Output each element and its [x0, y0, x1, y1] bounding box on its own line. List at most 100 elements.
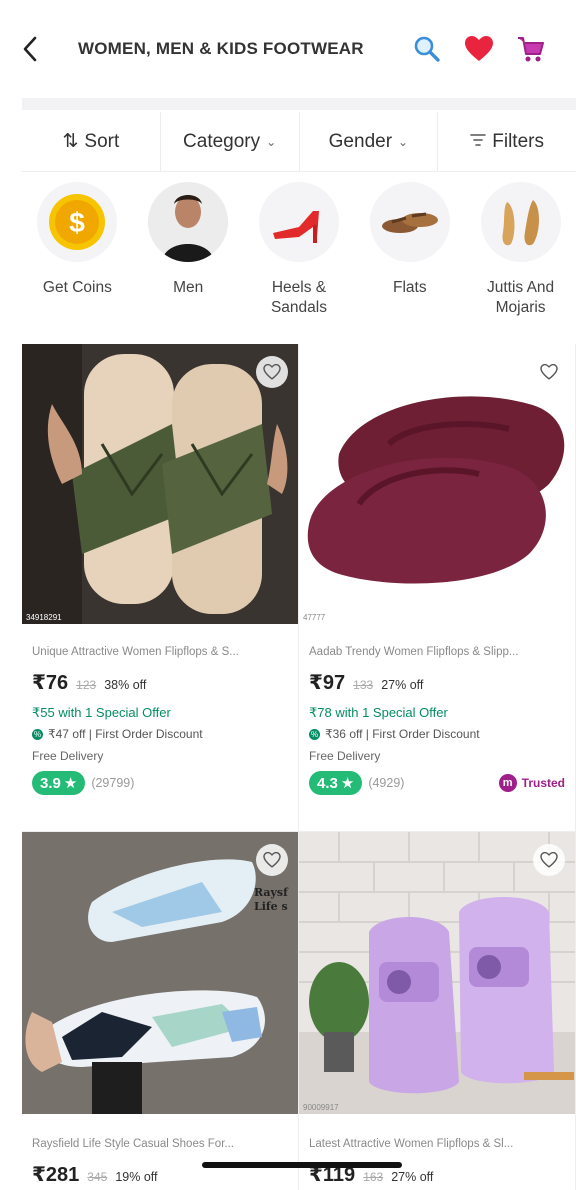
product-card[interactable]: 90009917 Latest Attractive Women Flipflo… — [299, 832, 576, 1190]
product-mrp: 123 — [76, 678, 97, 692]
product-name: Raysfield Life Style Casual Shoes For... — [32, 1138, 234, 1150]
star-icon: ★ — [340, 775, 355, 792]
product-mrp: 163 — [363, 1170, 384, 1184]
category-item-get-coins[interactable]: $ Get Coins — [22, 182, 133, 332]
review-count: (4929) — [368, 776, 405, 790]
wishlist-toggle[interactable] — [256, 844, 288, 876]
trusted-label: Trusted — [521, 776, 565, 790]
special-offer: ₹55 with 1 Special Offer — [32, 705, 171, 720]
brand-overlay-text: Raysf Life s — [254, 886, 288, 913]
category-label: Men — [173, 279, 204, 296]
gender-dropdown[interactable]: Gender ⌄ — [300, 112, 439, 171]
category-label: Category — [183, 130, 261, 152]
filter-lines-icon — [470, 131, 487, 153]
wishlist-toggle[interactable] — [533, 844, 565, 876]
filter-bar: ⇅ Sort Category ⌄ Gender ⌄ Filters — [22, 112, 576, 172]
discount-icon: % — [32, 728, 43, 740]
chevron-down-icon: ⌄ — [398, 134, 409, 149]
product-price: ₹76 — [32, 672, 69, 694]
heart-outline-icon — [540, 852, 558, 868]
product-card[interactable]: 47777 Aadab Trendy Women Flipflops & Sli… — [299, 344, 576, 832]
rating-badge: 3.9 ★ — [32, 771, 86, 795]
first-order-discount: % ₹47 off | First Order Discount — [32, 727, 288, 741]
category-item-flats[interactable]: Flats — [354, 182, 465, 332]
filters-button[interactable]: Filters — [438, 112, 576, 171]
product-code: 47777 — [303, 613, 326, 622]
product-code: 90009917 — [303, 1103, 339, 1112]
gender-label: Gender — [328, 130, 393, 152]
filters-label: Filters — [492, 130, 544, 152]
category-dropdown[interactable]: Category ⌄ — [161, 112, 300, 171]
product-discount-percent: 27% off — [381, 678, 424, 692]
product-code: 34918291 — [26, 613, 62, 622]
svg-text:$: $ — [70, 207, 86, 238]
first-order-discount: % ₹36 off | First Order Discount — [309, 727, 565, 741]
product-info: Aadab Trendy Women Flipflops & Slipp... … — [299, 624, 575, 831]
category-label: Flats — [392, 279, 427, 296]
man-avatar — [148, 182, 229, 262]
product-image: 47777 — [299, 344, 575, 624]
category-label: Heels & Sandals — [270, 279, 327, 316]
product-discount-percent: 27% off — [391, 1170, 434, 1184]
header-divider — [22, 98, 576, 110]
rating-value: 4.3 — [317, 774, 338, 792]
home-indicator[interactable] — [202, 1162, 402, 1168]
heel-sandal-image — [258, 182, 339, 262]
category-label: Get Coins — [42, 279, 112, 296]
star-icon: ★ — [63, 775, 78, 792]
special-offer: ₹78 with 1 Special Offer — [309, 705, 448, 720]
product-info: Latest Attractive Women Flipflops & Sl..… — [299, 1114, 575, 1190]
coin-icon: $ — [37, 182, 118, 262]
wishlist-toggle[interactable] — [256, 356, 288, 388]
top-app-bar: WOMEN, MEN & KIDS FOOTWEAR — [0, 0, 576, 98]
product-name: Aadab Trendy Women Flipflops & Slipp... — [309, 646, 519, 658]
cart-icon — [518, 37, 544, 62]
flats-image — [369, 182, 450, 262]
page-title: WOMEN, MEN & KIDS FOOTWEAR — [78, 39, 364, 58]
wishlist-button[interactable] — [462, 32, 496, 66]
search-icon — [414, 36, 440, 62]
product-info: Raysfield Life Style Casual Shoes For...… — [22, 1114, 298, 1190]
product-grid: 34918291 Unique Attractive Women Flipflo… — [22, 344, 576, 1190]
product-card[interactable]: Raysf Life s Raysfield Life Style Casual… — [22, 832, 299, 1190]
sort-icon: ⇅ — [62, 131, 79, 152]
product-image: Raysf Life s — [22, 832, 298, 1114]
product-price: ₹281 — [32, 1164, 80, 1186]
category-carousel: $ Get Coins Men Heels & Sandals Flats Ju… — [22, 182, 576, 332]
rating-value: 3.9 — [40, 774, 61, 792]
delivery-text: Free Delivery — [309, 749, 381, 763]
chevron-down-icon: ⌄ — [266, 134, 277, 149]
product-card[interactable]: 34918291 Unique Attractive Women Flipflo… — [22, 344, 299, 832]
discount-icon: % — [309, 728, 320, 740]
product-image: 90009917 — [299, 832, 575, 1114]
product-name: Unique Attractive Women Flipflops & S... — [32, 646, 239, 658]
back-button[interactable] — [22, 29, 62, 69]
category-item-heels-sandals[interactable]: Heels & Sandals — [244, 182, 355, 332]
discount-text: ₹47 off | First Order Discount — [48, 727, 203, 741]
delivery-text: Free Delivery — [32, 749, 104, 763]
wishlist-toggle[interactable] — [533, 356, 565, 388]
sort-button[interactable]: ⇅ Sort — [22, 112, 161, 171]
heart-outline-icon — [263, 364, 281, 380]
category-label: Juttis And Mojaris — [486, 279, 555, 316]
heart-icon — [465, 36, 493, 61]
product-image: 34918291 — [22, 344, 298, 624]
product-discount-percent: 38% off — [104, 678, 147, 692]
discount-text: ₹36 off | First Order Discount — [325, 727, 480, 741]
product-name: Latest Attractive Women Flipflops & Sl..… — [309, 1138, 514, 1150]
rating-badge: 4.3 ★ — [309, 771, 363, 795]
category-item-men[interactable]: Men — [133, 182, 244, 332]
search-button[interactable] — [410, 32, 444, 66]
cart-button[interactable] — [514, 32, 548, 66]
trusted-badge: m Trusted — [498, 774, 565, 792]
jutti-image — [480, 182, 561, 262]
product-info: Unique Attractive Women Flipflops & S...… — [22, 624, 298, 831]
meesho-logo-icon: m — [498, 774, 517, 792]
product-mrp: 133 — [353, 678, 374, 692]
product-price: ₹97 — [309, 672, 346, 694]
category-item-juttis[interactable]: Juttis And Mojaris — [465, 182, 576, 332]
heart-outline-icon — [540, 364, 558, 380]
review-count: (29799) — [91, 776, 135, 790]
product-mrp: 345 — [87, 1170, 108, 1184]
heart-outline-icon — [263, 852, 281, 868]
